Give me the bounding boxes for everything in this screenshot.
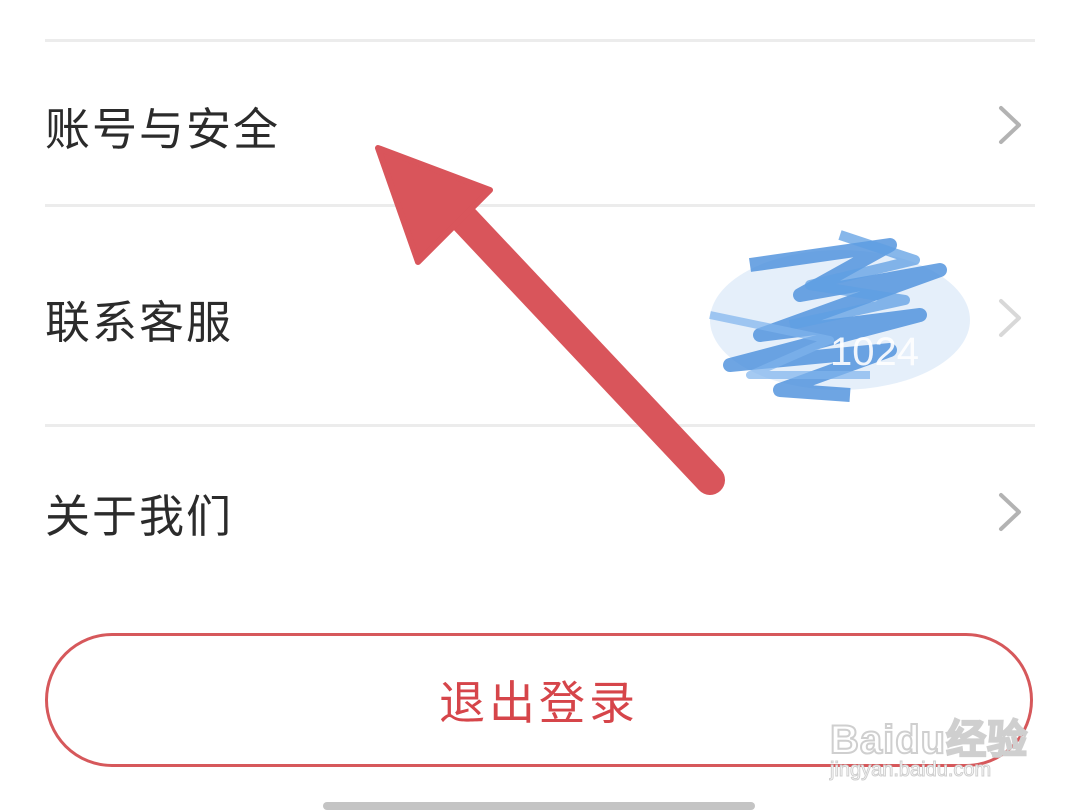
baidu-watermark: Baidu经验 jingyan.baidu.com	[829, 695, 1030, 795]
menu-item-about-us[interactable]: 关于我们	[45, 482, 1035, 543]
settings-screen: 账号与安全 联系客服 1024 关于我们 退出登录 Baidu经验 jingya…	[0, 0, 1080, 812]
chevron-right-icon	[999, 493, 1021, 531]
menu-item-label: 联系客服	[45, 295, 234, 349]
home-indicator[interactable]	[323, 802, 755, 810]
redaction-scribble: 1024	[709, 230, 970, 402]
chevron-right-icon	[999, 299, 1021, 337]
watermark-brand: Baidu经验	[829, 717, 1029, 763]
divider	[45, 424, 1035, 427]
partial-contact-value: 1024	[830, 330, 919, 374]
menu-item-label: 账号与安全	[45, 102, 281, 156]
divider	[45, 39, 1035, 42]
chevron-right-icon	[999, 106, 1021, 144]
watermark-url: jingyan.baidu.com	[829, 759, 992, 782]
divider	[45, 204, 1035, 207]
menu-item-account-security[interactable]: 账号与安全	[45, 95, 1035, 156]
menu-item-label: 关于我们	[45, 489, 234, 543]
